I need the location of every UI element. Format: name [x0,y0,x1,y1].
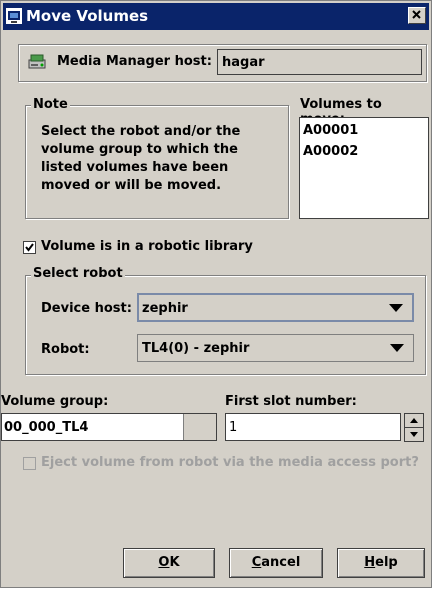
close-button[interactable] [408,7,426,24]
eject-label: Eject volume from robot via the media ac… [41,455,419,470]
first-slot-value: 1 [229,420,238,435]
spinner-up-button[interactable] [404,413,424,428]
device-host-select[interactable]: zephir [137,293,414,322]
robotic-library-label[interactable]: Volume is in a robotic library [41,239,253,254]
cancel-mnemonic: C [251,555,262,570]
cancel-label: ancel [261,555,301,570]
first-slot-label: First slot number: [225,394,357,409]
checkmark-icon [25,243,34,252]
note-text: Select the robot and/or the volume group… [41,123,281,195]
application-icon [6,8,22,24]
volume-group-dropdown-button[interactable] [183,414,216,440]
chevron-down-icon [390,344,404,352]
note-line: moved or will be moved. [41,178,222,193]
help-mnemonic: H [364,555,376,570]
volume-group-label: Volume group: [1,394,109,409]
note-line: listed volumes have been [41,160,229,175]
ok-mnemonic: O [158,555,170,570]
robot-select[interactable]: TL4(0) - zephir [137,334,414,362]
cancel-button[interactable]: Cancel [229,548,323,578]
ok-button[interactable]: OK [123,548,215,578]
list-item[interactable]: A00001 [303,123,358,138]
host-icon [28,54,46,69]
help-label: elp [375,555,398,570]
chevron-down-icon [389,303,403,312]
close-icon [412,10,421,19]
host-label: Media Manager host: [57,54,212,69]
arrow-up-icon [410,418,418,423]
device-host-value: zephir [142,301,188,316]
host-panel: Media Manager host: hagar [18,44,427,82]
note-legend: Note [31,97,70,112]
window-title: Move Volumes [26,7,149,25]
host-field: hagar [217,49,422,75]
select-robot-legend: Select robot [31,266,125,281]
device-host-label: Device host: [41,301,132,316]
robot-label: Robot: [41,342,90,357]
host-value: hagar [222,55,265,70]
title-bar[interactable]: Move Volumes [3,3,429,30]
ok-label: K [169,555,180,570]
volumes-list[interactable]: A00001 A00002 [299,117,429,219]
robot-value: TL4(0) - zephir [142,341,250,356]
volume-group-value: 00_000_TL4 [4,420,89,435]
first-slot-input[interactable]: 1 [225,413,401,441]
arrow-down-icon [410,432,418,437]
eject-checkbox[interactable] [23,457,36,470]
list-item[interactable]: A00002 [303,144,358,159]
volume-group-combo[interactable]: 00_000_TL4 [1,413,217,441]
note-line: volume group to which the [41,142,238,157]
spinner-down-button[interactable] [404,427,424,442]
move-volumes-dialog: Move Volumes Media Manager host: hagar N… [0,0,432,588]
robotic-library-checkbox[interactable] [23,241,36,254]
note-line: Select the robot and/or the [41,124,241,139]
help-button[interactable]: Help [337,548,425,578]
first-slot-spinner[interactable] [404,413,424,442]
